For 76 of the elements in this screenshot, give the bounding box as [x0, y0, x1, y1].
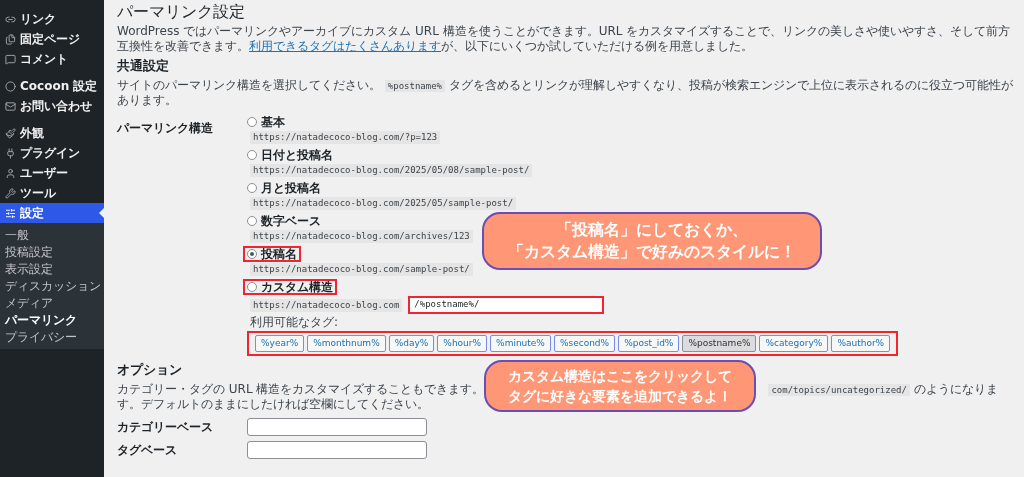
- menu-item[interactable]: お問い合わせ: [0, 96, 104, 116]
- tag-button[interactable]: %day%: [388, 335, 435, 352]
- option-label: 投稿名: [261, 246, 297, 263]
- description-text: サイトのパーマリンク構造を選択してください。 %postname% タグを含めるとリンクが理解しやすくなり、投稿が検索エンジンで上位に表示されるのに役立つ可能性があります。: [117, 78, 1014, 108]
- pages-icon: [5, 33, 16, 45]
- option-label: 日付と投稿名: [261, 147, 333, 164]
- menu-item[interactable]: Cocoon 設定: [0, 76, 104, 96]
- menu-item[interactable]: ツール: [0, 183, 104, 203]
- submenu-item[interactable]: 一般: [0, 226, 104, 243]
- tags-label: 利用可能なタグ:: [250, 315, 339, 330]
- tag-button[interactable]: %minute%: [490, 335, 551, 352]
- tag-button[interactable]: %postname%: [682, 335, 757, 352]
- submenu-item[interactable]: 表示設定: [0, 260, 104, 277]
- submenu-item[interactable]: パーマリンク: [0, 311, 104, 328]
- menu-item[interactable]: プラグイン: [0, 143, 104, 163]
- tag-button[interactable]: %category%: [759, 335, 829, 352]
- option-label: 月と投稿名: [261, 180, 321, 197]
- callout-text: カスタム構造はここをクリックして: [508, 367, 732, 386]
- radio-button[interactable]: [247, 216, 257, 226]
- radio-option[interactable]: 日付と投稿名: [243, 147, 337, 163]
- radio-option[interactable]: 月と投稿名: [243, 180, 325, 196]
- menu-item[interactable]: 外観: [0, 123, 104, 143]
- circle-icon: [5, 80, 16, 92]
- radio-button[interactable]: [247, 282, 257, 292]
- text-field[interactable]: [247, 418, 427, 436]
- speech-bubble-icon: [5, 53, 16, 65]
- section-heading: オプション: [117, 362, 182, 378]
- custom-structure-field[interactable]: /%postname%/: [408, 296, 605, 314]
- section-heading: 共通設定: [117, 58, 169, 74]
- radio-button[interactable]: [247, 249, 257, 259]
- radio-option[interactable]: 基本: [243, 114, 289, 130]
- submenu-item[interactable]: ディスカッション: [0, 277, 104, 294]
- code-text: https://natadecoco-blog.com: [250, 298, 403, 312]
- radio-button[interactable]: [247, 117, 257, 127]
- radio-button[interactable]: [247, 183, 257, 193]
- wrench-icon: [5, 187, 16, 199]
- menu-item[interactable]: コメント: [0, 49, 104, 69]
- submenu-item[interactable]: プライバシー: [0, 328, 104, 345]
- tag-button[interactable]: %year%: [255, 335, 305, 352]
- callout-text: 「投稿名」にしておくか、: [556, 219, 748, 241]
- menu-item[interactable]: 設定: [0, 203, 104, 223]
- pointer-icon: [99, 208, 104, 218]
- sliders-icon: [5, 207, 16, 219]
- option-label: 基本: [261, 114, 285, 131]
- callout-text: タグに好きな要素を追加できるよ！: [508, 387, 732, 406]
- tags-link[interactable]: 利用できるタグはたくさんあります: [249, 39, 441, 53]
- code-text: https://natadecoco-blog.com/?p=123: [250, 131, 441, 144]
- tag-button[interactable]: %second%: [553, 335, 616, 352]
- tag-button[interactable]: %post_id%: [618, 335, 680, 352]
- field-label: パーマリンク構造: [117, 121, 213, 135]
- field-label: タグベース: [117, 442, 178, 459]
- text-field[interactable]: [247, 441, 427, 459]
- menu-item[interactable]: リンク: [0, 9, 104, 29]
- option-label: 数字ベース: [261, 213, 321, 230]
- submenu-item[interactable]: 投稿設定: [0, 243, 104, 260]
- person-icon: [5, 167, 16, 179]
- code-text: https://natadecoco-blog.com/2025/05/sample-post/: [250, 197, 517, 210]
- intro-text: WordPress ではパーマリンクやアーカイブにカスタム URL 構造を使うことができます。URL をカスタマイズすることで、リンクの美しさや使いやすさ、そして前方互換性を改善できます。利用できるタグはたくさんありますが、以下にいくつか試していただける例を用意しました。: [117, 24, 1012, 54]
- code-text: https://natadecoco-blog.com/sample-post/: [250, 263, 473, 276]
- option-label: カスタム構造: [261, 279, 333, 296]
- code-text: https://natadecoco-blog.com/archives/123: [250, 230, 473, 243]
- page-title: パーマリンク設定: [117, 2, 245, 22]
- field-label: カテゴリーベース: [117, 419, 214, 436]
- submenu-item[interactable]: メディア: [0, 294, 104, 311]
- tag-button[interactable]: %monthnum%: [307, 335, 386, 352]
- envelope-icon: [5, 100, 16, 112]
- menu-item[interactable]: ユーザー: [0, 163, 104, 183]
- brush-icon: [5, 127, 16, 139]
- code-text: https://natadecoco-blog.com/2025/05/08/sample-post/: [250, 164, 533, 177]
- menu-item[interactable]: 固定ページ: [0, 29, 104, 49]
- callout-text: 「カスタム構造」で好みのスタイルに！: [508, 241, 796, 263]
- tag-button[interactable]: %hour%: [437, 335, 488, 352]
- radio-button[interactable]: [247, 150, 257, 160]
- plug-icon: [5, 147, 16, 159]
- tag-button[interactable]: %author%: [831, 335, 891, 352]
- radio-option[interactable]: 数字ベース: [243, 213, 325, 229]
